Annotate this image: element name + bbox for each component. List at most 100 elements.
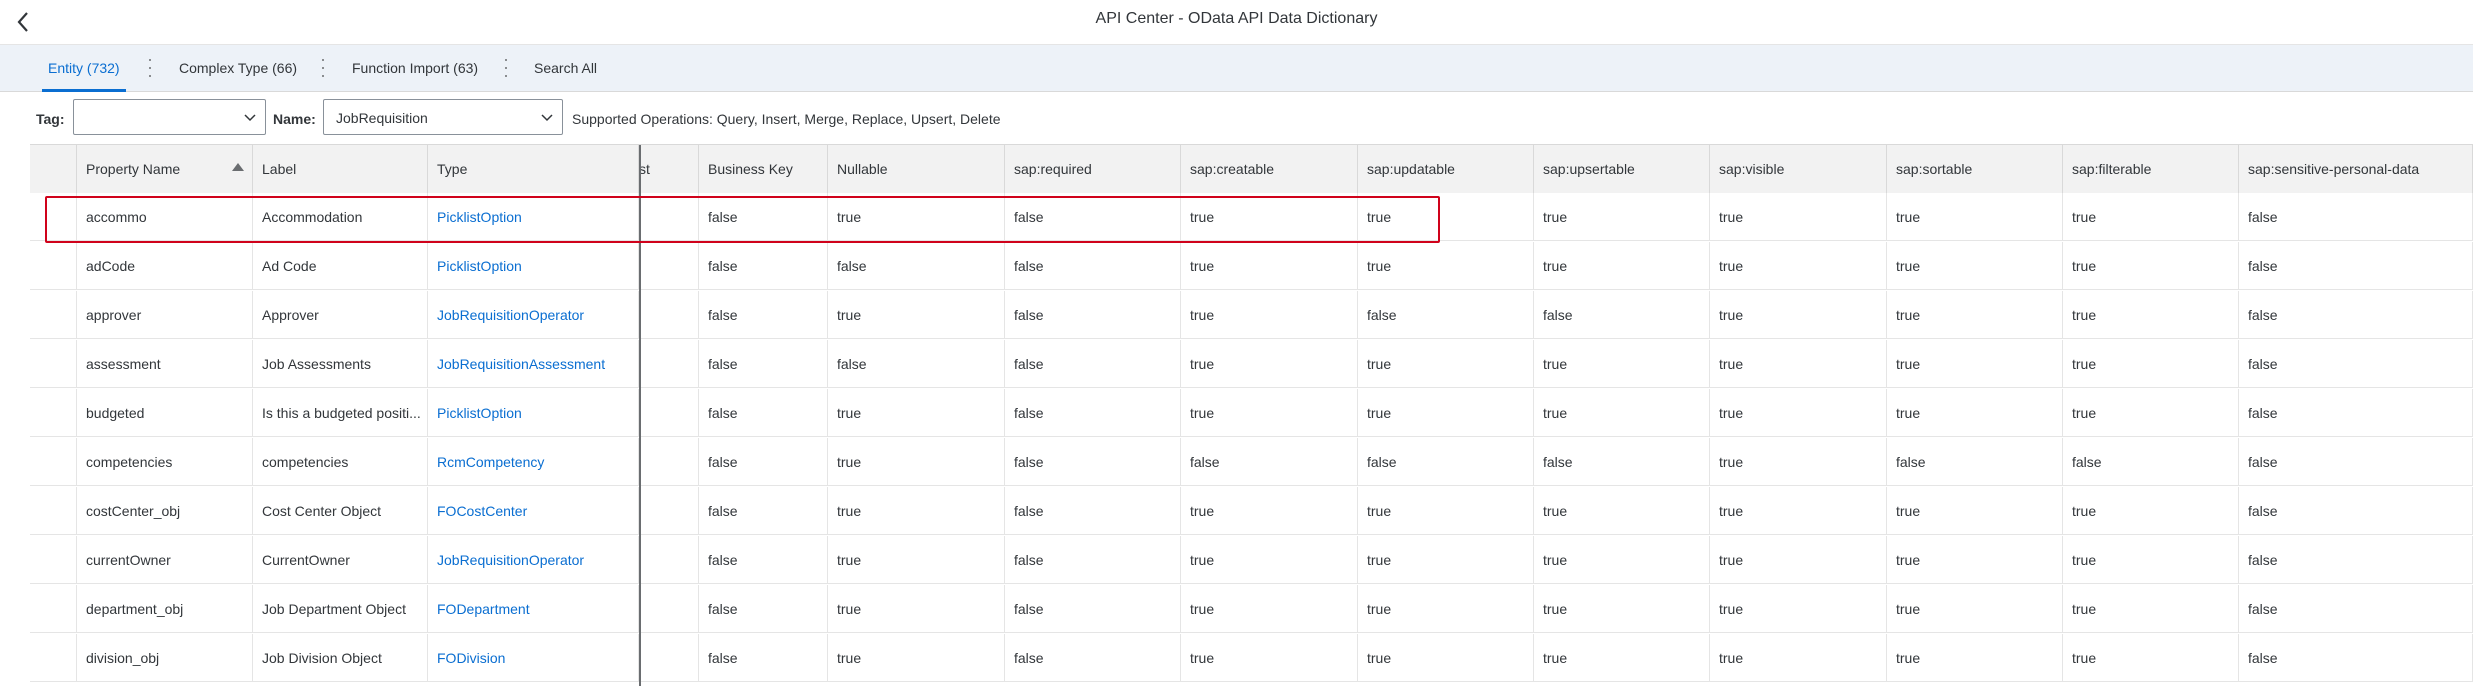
column-header[interactable]: sap:upsertable [1534, 145, 1710, 193]
frozen-column-divider[interactable] [639, 145, 641, 686]
name-select[interactable]: JobRequisition [323, 99, 563, 135]
column-header[interactable]: sap:visible [1710, 145, 1887, 193]
table-cell: false [2239, 536, 2473, 584]
sort-ascending-icon[interactable] [232, 163, 244, 171]
table-cell: false [1005, 487, 1181, 535]
table-cell: true [1887, 585, 2063, 633]
column-header[interactable]: st [639, 145, 699, 193]
table-cell [639, 438, 699, 486]
table-row[interactable]: division_obj Job Division Object FODivisio… [30, 634, 2473, 682]
table-cell: false [2239, 242, 2473, 290]
column-header-label: Nullable [837, 161, 888, 177]
tab-search-all[interactable]: Search All [534, 45, 597, 91]
row-selector[interactable] [30, 193, 77, 241]
table-cell: true [1358, 536, 1534, 584]
table-cell: competencies [253, 438, 428, 486]
chevron-down-icon [244, 114, 256, 122]
table-cell: true [1358, 340, 1534, 388]
table-row[interactable]: accommo Accommodation PicklistOption false t… [30, 193, 2473, 241]
column-header[interactable]: sap:creatable [1181, 145, 1358, 193]
table-cell: false [2239, 389, 2473, 437]
table-cell: false [2239, 487, 2473, 535]
table-cell: approver [77, 291, 253, 339]
table-cell: false [699, 487, 828, 535]
type-link[interactable]: RcmCompetency [428, 438, 639, 486]
table-row[interactable]: department_obj Job Department Object FODep… [30, 585, 2473, 633]
type-link[interactable]: PicklistOption [428, 193, 639, 241]
table-row[interactable]: costCenter_obj Cost Center Object FOCostCe… [30, 487, 2473, 535]
table-row[interactable]: adCode Ad Code PicklistOption false false fal… [30, 242, 2473, 290]
column-header[interactable]: sap:updatable [1358, 145, 1534, 193]
table-cell: true [1358, 389, 1534, 437]
row-selector[interactable] [30, 487, 77, 535]
table-cell [639, 634, 699, 682]
column-header-label: sap:visible [1719, 161, 1785, 177]
table-cell: true [1887, 291, 2063, 339]
tab-complex-type-overflow-icon[interactable] [319, 59, 327, 77]
type-link[interactable]: JobRequisitionOperator [428, 536, 639, 584]
table-cell: false [1358, 438, 1534, 486]
column-header[interactable]: sap:filterable [2063, 145, 2239, 193]
tab-function-import[interactable]: Function Import (63) [352, 45, 478, 91]
table-row[interactable]: approver Approver JobRequisitionOperator fa… [30, 291, 2473, 339]
table-cell: Ad Code [253, 242, 428, 290]
table-cell: true [2063, 242, 2239, 290]
table-cell: true [1887, 242, 2063, 290]
row-selector[interactable] [30, 438, 77, 486]
table-cell: true [1710, 438, 1887, 486]
table-cell: false [699, 585, 828, 633]
tab-function-import-overflow-icon[interactable] [502, 59, 510, 77]
table-row[interactable]: assessment Job Assessments JobRequisitionA… [30, 340, 2473, 388]
type-link[interactable]: FODivision [428, 634, 639, 682]
row-selector[interactable] [30, 585, 77, 633]
type-link[interactable]: PicklistOption [428, 242, 639, 290]
table-row[interactable]: budgeted Is this a budgeted positi... Pick… [30, 389, 2473, 437]
row-selector[interactable] [30, 389, 77, 437]
column-header[interactable]: Business Key [699, 145, 828, 193]
tag-select[interactable] [73, 99, 266, 135]
column-header[interactable]: sap:required [1005, 145, 1181, 193]
table-cell: false [1534, 291, 1710, 339]
table-cell [639, 389, 699, 437]
type-link[interactable]: JobRequisitionAssessment [428, 340, 639, 388]
tab-entity[interactable]: Entity (732) [42, 45, 126, 92]
header-selection-cell [30, 145, 77, 193]
row-selector[interactable] [30, 634, 77, 682]
column-header[interactable]: sap:sensitive-personal-data [2239, 145, 2473, 193]
type-link[interactable]: PicklistOption [428, 389, 639, 437]
row-selector[interactable] [30, 291, 77, 339]
column-header[interactable]: sap:sortable [1887, 145, 2063, 193]
column-header[interactable]: Nullable [828, 145, 1005, 193]
table-cell: accommo [77, 193, 253, 241]
table-cell: true [1181, 634, 1358, 682]
table-cell: true [828, 291, 1005, 339]
table-cell: competencies [77, 438, 253, 486]
table-cell: false [1887, 438, 2063, 486]
tab-complex-type[interactable]: Complex Type (66) [179, 45, 297, 91]
table-cell: true [828, 193, 1005, 241]
table-cell: true [2063, 340, 2239, 388]
table-cell: true [1358, 242, 1534, 290]
table-cell: true [1887, 340, 2063, 388]
table-cell: true [828, 438, 1005, 486]
table-cell: true [2063, 585, 2239, 633]
row-selector[interactable] [30, 242, 77, 290]
table-row[interactable]: currentOwner CurrentOwner JobRequisitionOp… [30, 536, 2473, 584]
column-header-label: sap:filterable [2072, 161, 2152, 177]
name-select-value: JobRequisition [336, 110, 428, 126]
table-cell: true [1181, 242, 1358, 290]
type-link[interactable]: FODepartment [428, 585, 639, 633]
type-link[interactable]: JobRequisitionOperator [428, 291, 639, 339]
column-header-label: sap:upsertable [1543, 161, 1635, 177]
row-selector[interactable] [30, 340, 77, 388]
type-link[interactable]: FOCostCenter [428, 487, 639, 535]
table-cell: false [1005, 634, 1181, 682]
tab-entity-overflow-icon[interactable] [146, 59, 154, 77]
row-selector[interactable] [30, 536, 77, 584]
column-header[interactable]: Label [253, 145, 428, 193]
column-header[interactable]: Property Name [77, 145, 253, 193]
table-row[interactable]: competencies competencies RcmCompetency fal… [30, 438, 2473, 486]
table-cell: Job Assessments [253, 340, 428, 388]
table-cell: true [2063, 291, 2239, 339]
column-header[interactable]: Type [428, 145, 639, 193]
